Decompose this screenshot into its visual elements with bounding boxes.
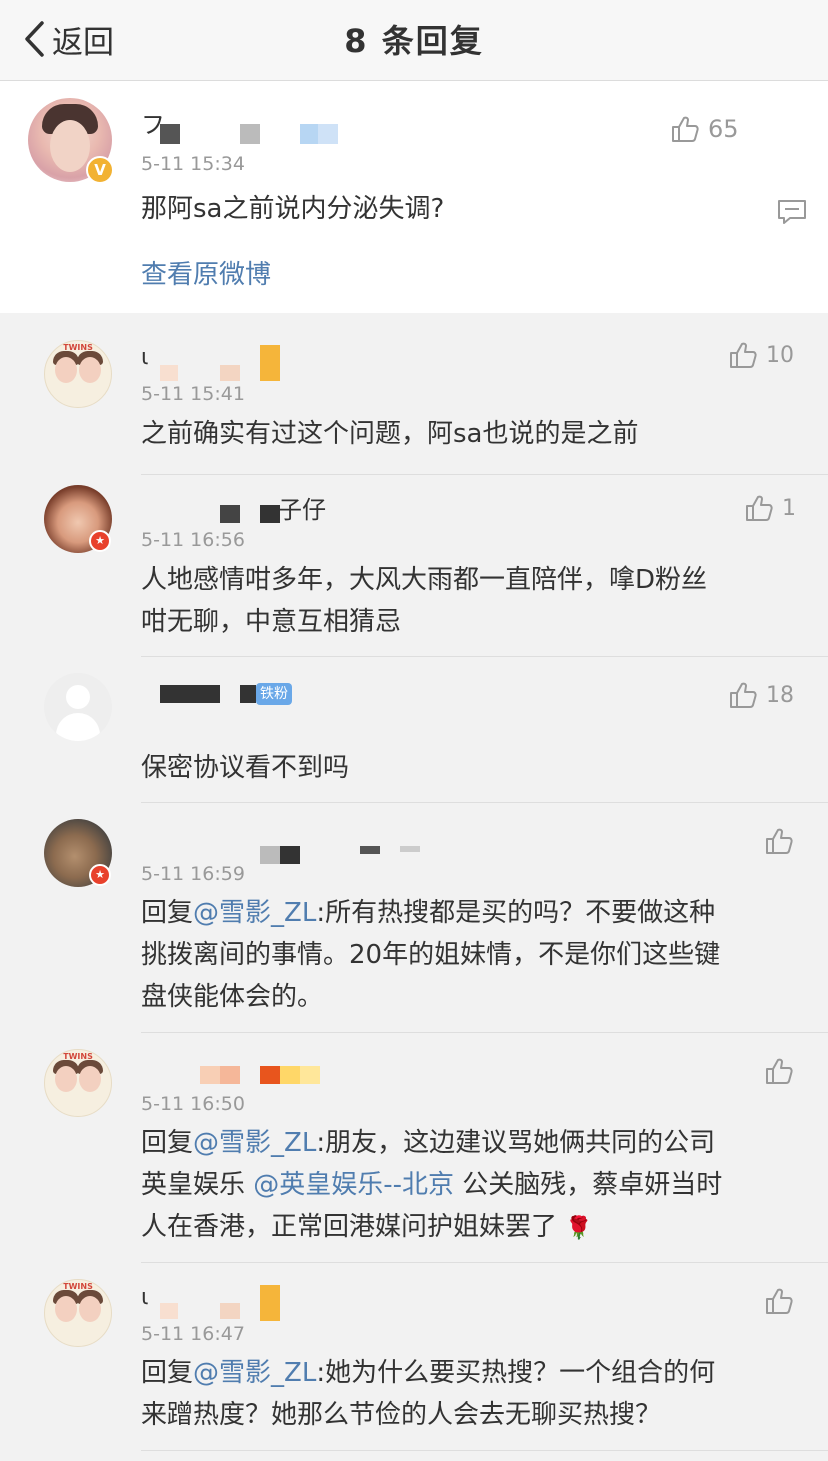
comment-text: 回复@雪影_ZL:她为什么要买热搜？一个组合的何 来蹭热度？她那么节俭的人会去无… [141,1358,716,1430]
username-redacted [240,685,256,703]
like-count: 1 [782,495,796,521]
avatar[interactable] [44,673,112,741]
like-button[interactable] [764,1056,802,1086]
member-badge: ★ [89,864,111,886]
fan-badge: 铁粉 [256,683,292,705]
thumbs-up-icon [766,1058,793,1084]
comment-text: 回复@雪影_ZL:朋友，这边建议骂她俩共同的公司 英皇娱乐 @英皇娱乐--北京 … [141,1128,723,1242]
divider [141,656,828,657]
username-redacted [400,846,420,852]
username-redacted [160,124,180,144]
comment-text: 那阿sa之前说内分泌失调? [141,194,445,224]
mention-link[interactable]: @英皇娱乐--北京 [253,1170,454,1200]
mention-link[interactable]: @雪影_ZL [193,1358,316,1388]
like-button[interactable]: 18 [728,680,794,710]
username-redacted [260,846,280,864]
nav-bar: 返回 8 条回复 [0,0,828,81]
rose-emoji: 🌹 [565,1216,593,1241]
username-redacted [300,1066,320,1084]
thumbs-up-icon [766,828,793,854]
username-redacted [280,846,300,864]
username-redacted [318,124,338,144]
comment-text: 保密协议看不到吗 [141,753,350,783]
mention-link[interactable]: @雪影_ZL [193,1128,316,1158]
timestamp: 5-11 15:41 [141,383,245,405]
avatar[interactable]: TWINS [44,1049,112,1117]
username-redacted [280,1066,300,1084]
avatar[interactable]: TWINS [44,340,112,408]
member-badge: ★ [89,530,111,552]
username-redacted [360,846,380,854]
username-redacted [240,124,260,144]
like-button[interactable]: 65 [670,114,739,144]
username-redacted [160,685,220,703]
divider [141,1450,828,1451]
timestamp: 5-11 16:50 [141,1093,245,1115]
username-redacted [220,1066,240,1084]
like-button[interactable] [764,826,802,856]
divider [141,802,828,803]
username-redacted [260,345,280,381]
thumbs-up-icon [730,342,757,368]
divider [141,1262,828,1263]
username-redacted [200,1066,220,1084]
username-redacted [260,1066,280,1084]
username-redacted [260,1285,280,1321]
username-redacted [220,1303,240,1319]
like-button[interactable] [764,1286,802,1316]
like-count: 10 [766,342,794,368]
timestamp: 5-11 16:59 [141,863,245,885]
timestamp: 5-11 16:47 [141,1323,245,1345]
username-redacted [220,505,240,523]
divider [141,474,828,475]
verified-badge: V [86,156,114,184]
comment-text: 之前确实有过这个问题，阿sa也说的是之前 [141,419,639,449]
thumbs-up-icon [746,495,773,521]
username-redacted [220,365,240,381]
divider [141,1032,828,1033]
avatar[interactable]: TWINS [44,1279,112,1347]
like-count: 65 [708,115,739,143]
timestamp: 5-11 15:34 [141,153,245,175]
thumbs-up-icon [672,116,699,142]
timestamp: 5-11 16:56 [141,529,245,551]
username-redacted [300,124,318,144]
comment-text: 人地感情咁多年，大风大雨都一直陪伴，嗱D粉丝 咁无聊，中意互相猜忌 [141,565,708,637]
username-redacted [260,505,280,523]
thumbs-up-icon [730,682,757,708]
thumbs-up-icon [766,1288,793,1314]
page-title: 8 条回复 [344,22,484,60]
original-comment: フ 5-11 15:34 65 那阿sa之前说内分泌失调? 查看原微博 [0,81,828,313]
like-count: 18 [766,682,794,708]
username-fragment[interactable]: 子仔 [278,490,326,525]
username-fragment[interactable]: ι [141,345,148,370]
view-original-link[interactable]: 查看原微博 [141,254,791,296]
like-button[interactable]: 10 [728,340,794,370]
like-button[interactable]: 1 [744,493,796,523]
comment-text: 回复@雪影_ZL:所有热搜都是买的吗？不要做这种 挑拨离间的事情。20年的姐妹情… [141,898,721,1012]
username-redacted [160,1303,178,1319]
mention-link[interactable]: @雪影_ZL [193,898,316,928]
username-redacted [160,365,178,381]
username-fragment[interactable]: ι [141,1285,148,1310]
